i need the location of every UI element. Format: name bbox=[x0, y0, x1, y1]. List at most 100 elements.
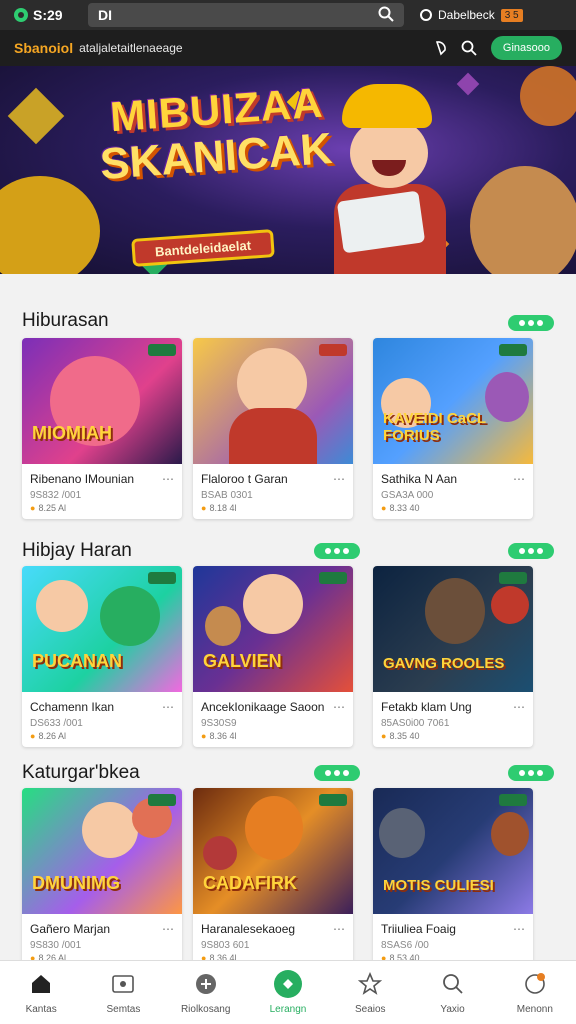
home-icon bbox=[27, 970, 55, 998]
thumbnail-title: MIOMIAH bbox=[32, 423, 112, 443]
url-bar[interactable]: DI bbox=[88, 3, 404, 27]
star-outline-icon bbox=[356, 970, 384, 998]
nav-item-games[interactable]: Semtas bbox=[82, 961, 164, 1024]
game-name: Cchamenn Ikan bbox=[30, 700, 115, 714]
game-card[interactable]: Flaloroo t Garan ⋯ BSAB 0301 ● 8.18 4l bbox=[193, 338, 353, 519]
section-title: Hiburasan bbox=[22, 310, 109, 331]
search-icon[interactable] bbox=[378, 6, 394, 25]
game-subtext: 9S803 601 bbox=[201, 940, 250, 951]
game-name: Flaloroo t Garan bbox=[201, 472, 288, 486]
game-tag bbox=[319, 794, 347, 806]
more-icon[interactable]: ⋯ bbox=[162, 472, 174, 486]
section-filter-button[interactable] bbox=[314, 543, 360, 559]
game-rating: 8.36 4l bbox=[209, 731, 237, 741]
game-card[interactable]: KAVEIDI CaCL FORIUS Sathika N Aan ⋯ GSA3A… bbox=[373, 338, 533, 519]
nav-item-search[interactable]: Seaios bbox=[329, 961, 411, 1024]
cta-button[interactable]: Ginasooo bbox=[490, 36, 562, 60]
game-tag bbox=[319, 344, 347, 356]
game-name: Gañero Marjan bbox=[30, 922, 111, 936]
nav-label: Lerangn bbox=[269, 1004, 307, 1015]
section-filter-button[interactable] bbox=[314, 765, 360, 781]
more-icon[interactable]: ⋯ bbox=[162, 700, 174, 714]
thumbnail-title: MOTIS CULIESI bbox=[383, 877, 494, 894]
more-icon[interactable]: ⋯ bbox=[333, 700, 345, 714]
game-card[interactable]: GAVNG ROOLES Fetakb klam Ung ⋯ 85AS0i00 7… bbox=[373, 566, 533, 747]
banner-character-left bbox=[0, 176, 100, 274]
game-thumbnail: GAVNG ROOLES bbox=[373, 566, 533, 692]
nav-item-active[interactable]: Lerangn bbox=[247, 961, 329, 1024]
game-card[interactable]: GALVIEN AncekIonikaage Saoon ⋯ 9S30S9 ● 8.… bbox=[193, 566, 353, 747]
more-icon[interactable]: ⋯ bbox=[162, 922, 174, 936]
nav-label: Menonn bbox=[516, 1004, 553, 1015]
banner-hero-character bbox=[320, 84, 470, 274]
nav-label: Semtas bbox=[106, 1004, 141, 1015]
game-name: AncekIonikaage Saoon bbox=[201, 700, 325, 714]
nav-item-menu[interactable]: Menonn bbox=[494, 961, 576, 1024]
card-icon bbox=[109, 970, 137, 998]
thumbnail-title: GALVIEN bbox=[203, 651, 282, 671]
section-more-button[interactable] bbox=[508, 543, 554, 559]
game-card[interactable]: MOTIS CULIESI Triiuliea Foaig ⋯ 8SAS6 /00… bbox=[373, 788, 533, 969]
game-card[interactable]: PUCANAN Cchamenn Ikan ⋯ DS633 /001 ● 8.26 … bbox=[22, 566, 182, 747]
nav-label: Seaios bbox=[354, 1004, 386, 1015]
game-rating: 8.18 4l bbox=[209, 503, 237, 513]
status-time: S:29 bbox=[14, 7, 84, 23]
thumbnail-title: DMUNIMG bbox=[32, 873, 120, 893]
notification-icon[interactable] bbox=[431, 38, 451, 58]
game-thumbnail bbox=[193, 338, 353, 464]
game-thumbnail: CADAFIRK bbox=[193, 788, 353, 914]
thumbnail-title: GAVNG ROOLES bbox=[383, 655, 505, 672]
section-more-button[interactable] bbox=[508, 315, 554, 331]
hero-banner[interactable]: MIBUIZAA SKANICAK Bantdeleidaelat bbox=[0, 66, 576, 274]
more-icon[interactable]: ⋯ bbox=[513, 472, 525, 486]
brand-logo[interactable]: Sbanoiol bbox=[14, 40, 73, 56]
more-icon[interactable]: ⋯ bbox=[333, 922, 345, 936]
time-text: S:29 bbox=[33, 7, 63, 23]
more-icon[interactable]: ⋯ bbox=[333, 472, 345, 486]
status-label: Dabelbeck bbox=[438, 8, 495, 22]
nav-label: Yaxio bbox=[440, 1004, 465, 1015]
more-icon[interactable]: ⋯ bbox=[513, 700, 525, 714]
game-subtext: 8SAS6 /00 bbox=[381, 940, 429, 951]
brand-subtitle: ataljaletaitlenaeage bbox=[79, 41, 183, 55]
app-badge-icon bbox=[14, 8, 28, 22]
nav-label: Riolkosang bbox=[180, 1004, 231, 1015]
url-text: DI bbox=[98, 7, 112, 23]
game-tag bbox=[148, 572, 176, 584]
game-thumbnail: KAVEIDI CaCL FORIUS bbox=[373, 338, 533, 464]
game-name: Haranalesekaoeg bbox=[201, 922, 296, 936]
profile-icon bbox=[420, 9, 432, 21]
game-subtext: 9S830 /001 bbox=[30, 940, 82, 951]
thumbnail-title: KAVEIDI CaCL FORIUS bbox=[383, 410, 486, 444]
game-card[interactable]: CADAFIRK Haranalesekaoeg ⋯ 9S803 601 ● 8.3… bbox=[193, 788, 353, 969]
more-icon[interactable]: ⋯ bbox=[513, 922, 525, 936]
game-rating: 8.33 40 bbox=[389, 503, 420, 513]
thumbnail-title: CADAFIRK bbox=[203, 873, 297, 893]
section-more-button[interactable] bbox=[508, 765, 554, 781]
game-thumbnail: PUCANAN bbox=[22, 566, 182, 692]
game-thumbnail: DMUNIMG bbox=[22, 788, 182, 914]
game-subtext: DS633 /001 bbox=[30, 718, 83, 729]
search-icon bbox=[439, 970, 467, 998]
game-name: Triiuliea Foaig bbox=[381, 922, 456, 936]
nav-item-social[interactable]: Riolkosang bbox=[165, 961, 247, 1024]
banner-gem bbox=[7, 87, 65, 145]
star-icon: ● bbox=[381, 503, 387, 513]
nav-label: Kantas bbox=[25, 1004, 57, 1015]
controller-icon bbox=[192, 970, 220, 998]
search-icon[interactable] bbox=[459, 38, 479, 58]
game-card[interactable]: DMUNIMG Gañero Marjan ⋯ 9S830 /001 ● 8.26 … bbox=[22, 788, 182, 969]
nav-item-explore[interactable]: Yaxio bbox=[411, 961, 493, 1024]
nav-item-home[interactable]: Kantas bbox=[0, 961, 82, 1024]
star-icon: ● bbox=[201, 503, 207, 513]
game-subtext: 85AS0i00 7061 bbox=[381, 718, 450, 729]
game-card[interactable]: MIOMIAH Ribenano IMounian ⋯ 9S832 /001 ● 8… bbox=[22, 338, 182, 519]
star-icon: ● bbox=[30, 731, 36, 741]
game-thumbnail: GALVIEN bbox=[193, 566, 353, 692]
game-tag bbox=[148, 344, 176, 356]
star-icon: ● bbox=[30, 503, 36, 513]
game-tag bbox=[319, 572, 347, 584]
game-subtext: 9S30S9 bbox=[201, 718, 237, 729]
game-name: Ribenano IMounian bbox=[30, 472, 135, 486]
section-title: Hibjay Haran bbox=[22, 540, 132, 561]
